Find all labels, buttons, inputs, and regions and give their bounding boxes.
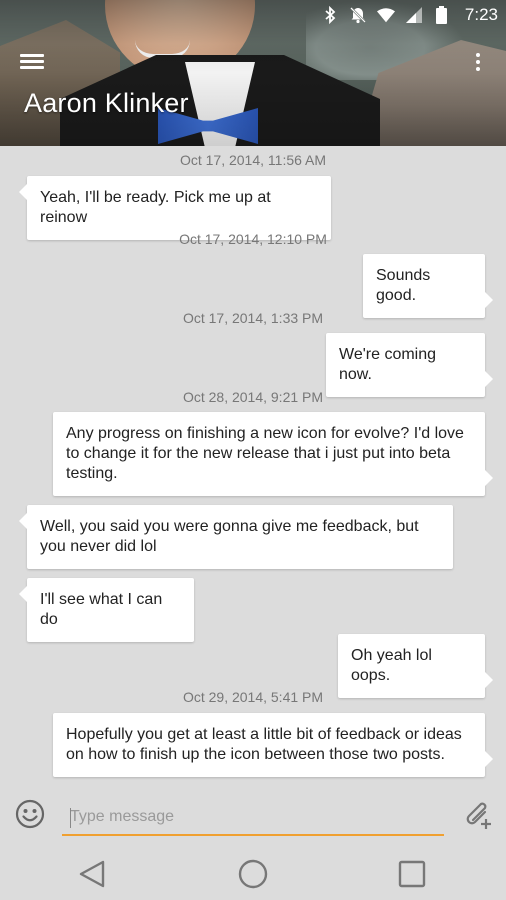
text-cursor <box>70 808 71 828</box>
notifications-off-icon <box>349 6 367 24</box>
incoming-message[interactable]: I'll see what I can do <box>19 578 194 642</box>
message-composer <box>0 786 506 846</box>
hamburger-menu-icon[interactable] <box>18 50 48 74</box>
recents-icon[interactable] <box>396 858 428 890</box>
bluetooth-icon <box>321 6 339 24</box>
back-icon[interactable] <box>77 858 109 890</box>
battery-icon <box>433 6 451 24</box>
home-icon[interactable] <box>237 858 269 890</box>
status-bar: 7:23 <box>0 0 506 30</box>
contact-name: Aaron Klinker <box>24 88 189 118</box>
conversation-header: 7:23 Aaron Klinker <box>0 0 506 146</box>
outgoing-message[interactable]: Sounds good. <box>363 254 493 318</box>
navigation-bar <box>0 846 506 900</box>
incoming-message[interactable]: Well, you said you were gonna give me fe… <box>19 505 453 569</box>
outgoing-message[interactable]: We're coming now. <box>326 333 493 397</box>
attach-icon[interactable] <box>460 798 492 830</box>
message-timestamp: Oct 17, 2014, 12:10 PM <box>179 231 327 247</box>
status-clock: 7:23 <box>464 5 498 24</box>
outgoing-message[interactable]: Any progress on finishing a new icon for… <box>53 412 493 496</box>
more-vert-icon[interactable] <box>470 50 486 76</box>
message-input[interactable] <box>62 800 444 836</box>
message-thread[interactable]: Oct 17, 2014, 11:56 AM Yeah, I'll be rea… <box>0 146 506 786</box>
message-timestamp: Oct 29, 2014, 5:41 PM <box>182 689 324 705</box>
wifi-icon <box>376 6 395 24</box>
message-timestamp: Oct 17, 2014, 1:33 PM <box>182 310 324 326</box>
outgoing-message[interactable]: Hopefully you get at least a little bit … <box>53 713 493 777</box>
message-timestamp: Oct 17, 2014, 11:56 AM <box>179 152 327 168</box>
signal-icon <box>405 6 423 24</box>
message-timestamp: Oct 28, 2014, 9:21 PM <box>182 389 324 405</box>
emoji-icon[interactable] <box>15 799 45 829</box>
